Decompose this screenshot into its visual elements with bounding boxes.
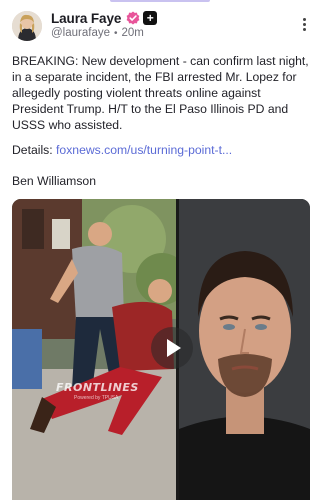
meta-separator: • [113,27,118,39]
details-link[interactable]: foxnews.com/us/turning-point-t... [56,143,232,157]
post-card: Laura Faye + @laurafaye • 20m BREAKING: … [0,0,322,500]
video-watermark-sub: Powered by TPUSA [74,395,119,401]
author-name-row: Laura Faye + [51,10,158,26]
play-button-icon[interactable] [151,327,193,369]
author-meta: @laurafaye • 20m [51,27,144,39]
author-handle[interactable]: @laurafaye [51,27,110,39]
avatar[interactable] [12,11,42,41]
post-signoff: Ben Williamson [12,174,96,188]
author-name[interactable]: Laura Faye [51,11,121,26]
post-timestamp: 20m [121,27,144,39]
details-label: Details: [12,143,57,157]
post-details: Details: foxnews.com/us/turning-point-t.… [12,142,314,158]
post-media[interactable]: FRONTLINES Powered by TPUSA [12,199,310,500]
video-watermark: FRONTLINES [56,381,139,394]
post-header: Laura Faye + @laurafaye • 20m [12,10,312,42]
more-options-icon[interactable] [296,16,312,36]
verified-badge-icon [126,11,140,25]
plus-badge-icon: + [143,11,158,25]
post-text: BREAKING: New development - can confirm … [12,54,309,132]
